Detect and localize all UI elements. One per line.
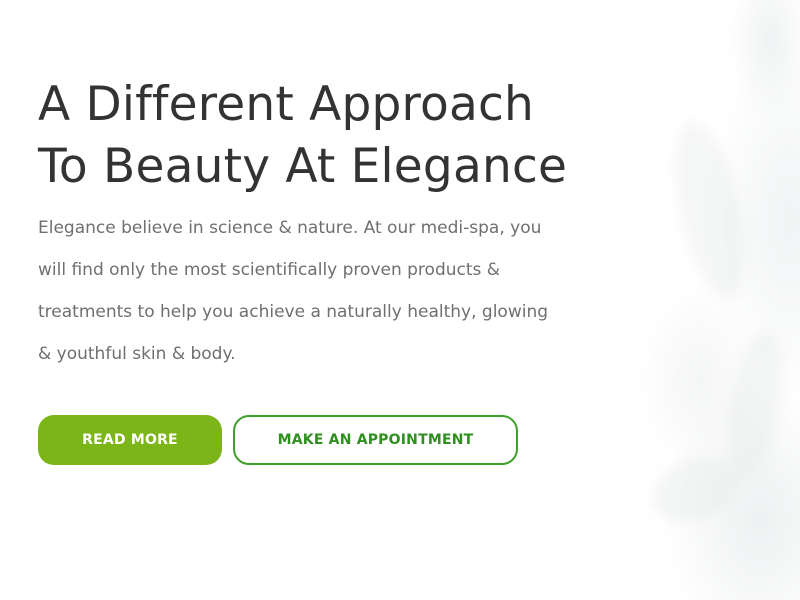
headline-line-1: A Different Approach xyxy=(38,77,535,132)
read-more-button[interactable]: READ MORE xyxy=(38,415,222,465)
make-appointment-button[interactable]: MAKE AN APPOINTMENT xyxy=(233,415,518,465)
description-line-2: will find only the most scientifically p… xyxy=(38,260,501,280)
headline-line-2: To Beauty At Elegance xyxy=(38,139,568,194)
description-line-3: treatments to help you achieve a natural… xyxy=(38,302,549,322)
robe-fold xyxy=(661,115,759,305)
hero-headline: A Different Approach To Beauty At Elegan… xyxy=(38,74,658,198)
description-line-1: Elegance believe in science & nature. At… xyxy=(38,218,542,238)
hero-section: A Different Approach To Beauty At Elegan… xyxy=(0,0,800,600)
hero-description: Elegance believe in science & nature. At… xyxy=(38,207,638,375)
robe-fold xyxy=(717,326,793,484)
description-line-4: & youthful skin & body. xyxy=(38,344,236,364)
